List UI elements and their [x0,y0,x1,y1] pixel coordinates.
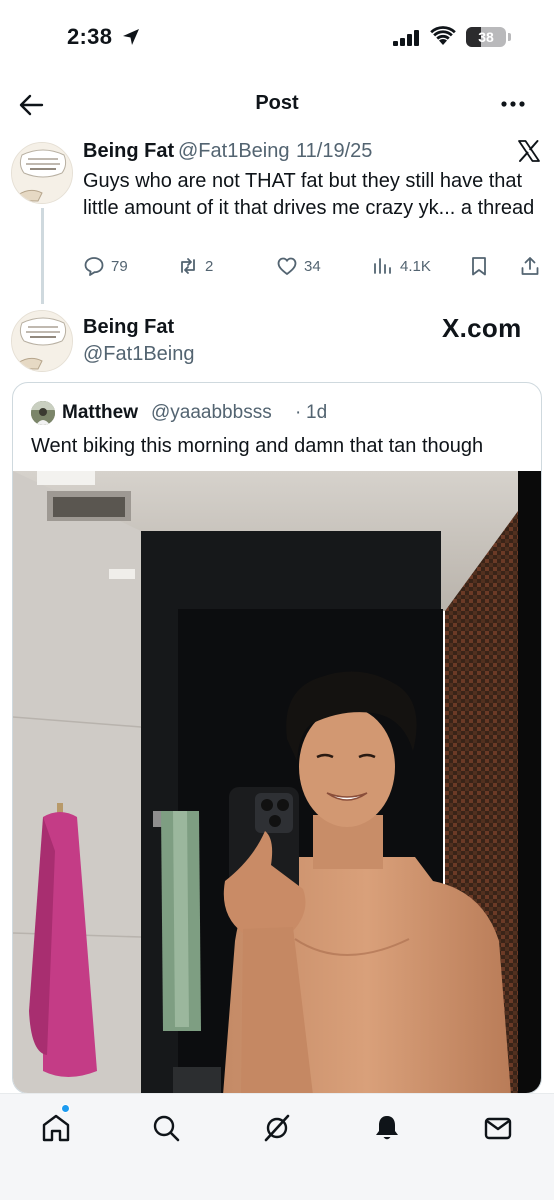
quoted-author-handle[interactable]: @yaaabbbsss [151,402,272,424]
author-name[interactable]: Being Fat [83,140,174,163]
avatar-photo [31,401,55,425]
cellular-signal-icon [393,30,419,46]
bar-chart-icon [374,258,391,274]
notifications-icon[interactable] [371,1112,403,1144]
quoted-post-time: 1d [306,402,328,423]
quoted-post-card[interactable]: Matthew @yaaabbbsss · 1d Went biking thi… [12,382,542,1094]
reply-count: 79 [111,257,128,275]
like-button[interactable]: 34 [276,252,321,280]
bookmark-button[interactable] [468,252,490,280]
status-time: 2:38 [67,24,113,49]
x-logo-icon [518,140,540,162]
avatar[interactable] [11,142,73,204]
avatar-meme-image [12,143,72,203]
reply-avatar[interactable] [11,310,73,372]
page-title: Post [255,92,299,114]
battery-percent: 38 [478,29,494,45]
separator-dot: · [295,402,302,423]
avatar-meme-image [12,311,72,371]
reply-button[interactable]: 79 [83,252,128,280]
heart-icon [277,257,297,275]
separator-dot: · [284,140,291,162]
reply-author-name[interactable]: Being Fat [83,316,174,339]
status-bar: 2:38 38 [0,0,554,70]
messages-icon[interactable] [482,1112,514,1144]
quoted-author-avatar[interactable] [31,401,55,425]
like-count: 34 [304,257,321,275]
comment-icon [84,257,104,276]
tweet-text: Guys who are not THAT fat but they still… [83,170,535,219]
quoted-author-name[interactable]: Matthew [62,402,138,424]
repost-icon [181,258,195,274]
post-header: Post [0,80,554,130]
view-count: 4.1K [400,257,431,275]
grok-icon[interactable] [261,1112,293,1144]
bottom-tab-bar [0,1093,554,1200]
battery-indicator: 38 [466,27,506,47]
wifi-icon [430,26,456,45]
notification-dot [61,1104,70,1113]
bookmark-icon [472,257,486,276]
share-button[interactable] [519,252,541,280]
home-icon[interactable] [40,1112,72,1144]
x-com-watermark: X.com [442,313,522,343]
share-icon [521,257,539,275]
repost-count: 2 [205,257,214,275]
location-arrow-icon [123,29,139,45]
repost-button[interactable]: 2 [177,252,213,280]
reply-author-handle[interactable]: @Fat1Being [83,343,194,366]
views-button[interactable]: 4.1K [372,252,431,280]
search-icon[interactable] [150,1112,182,1144]
battery-cap [508,33,511,41]
more-horizontal-icon[interactable] [498,94,528,114]
tweet-actions: 79 2 34 4.1K [0,252,554,282]
post-date[interactable]: 11/19/25 [296,140,372,163]
quoted-post-photo[interactable] [13,471,542,1094]
author-handle[interactable]: @Fat1Being [178,140,289,163]
quoted-post-text: Went biking this morning and damn that t… [31,435,484,457]
